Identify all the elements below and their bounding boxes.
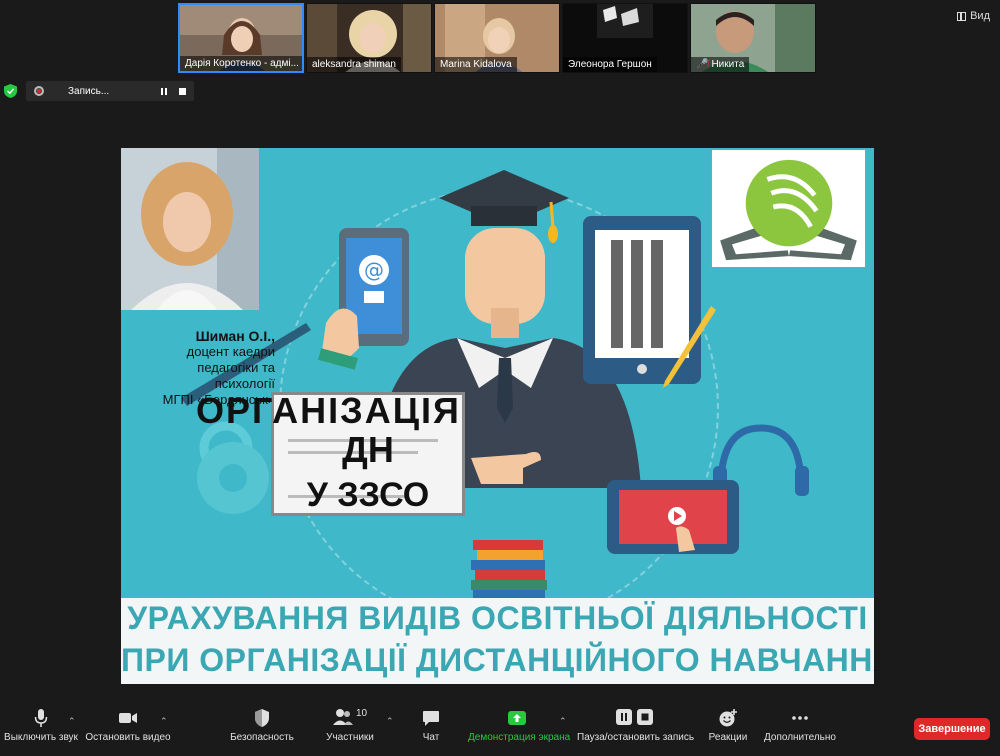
participant-name-label: aleksandra shiman [307,57,401,72]
presenter-title-line: педагогіки та [197,360,275,375]
video-camera-icon [119,713,137,723]
participant-name-label: Элеонора Гершон [563,57,657,72]
participant-strip: Дарія Коротенко - адмі... aleksandra shi… [0,0,1000,76]
svg-text:@: @ [364,258,384,282]
reactions-button-label: Реакции [708,732,748,743]
smiley-plus-icon [719,709,737,727]
share-options-chevron-icon[interactable]: ⌃ [559,716,567,727]
zoom-meeting-window: Дарія Коротенко - адмі... aleksandra shi… [0,0,1000,756]
recording-controls-icons [577,708,691,728]
more-dots-icon [792,716,808,720]
microphone-muted-icon: 🎤̸ [696,59,709,70]
share-screen-button-label: Демонстрация экрана [468,732,571,743]
pause-icon [615,709,632,725]
microphone-icon [34,709,48,727]
audio-options-chevron-icon[interactable]: ⌃ [68,716,76,727]
participants-button-label: Участники [326,732,374,743]
participant-tile-3[interactable]: Marina Kidalova [434,3,560,73]
share-screen-icon [508,711,526,725]
share-screen-button[interactable]: Демонстрация экрана [468,708,571,743]
recording-dot-icon [34,86,44,96]
security-shield-icon [255,709,269,727]
certificate-text-line1: ДН [342,429,394,470]
participants-icon [332,709,353,725]
chat-bubble-icon [423,711,439,726]
reactions-button[interactable]: Реакции [706,708,750,743]
pause-stop-recording-button[interactable]: Пауза/остановить запись [577,708,695,743]
stop-video-button-label: Остановить видео [85,732,171,743]
participants-icon-group: 10 [322,708,378,728]
participants-options-chevron-icon[interactable]: ⌃ [386,716,394,727]
participants-count: 10 [355,708,368,719]
video-options-chevron-icon[interactable]: ⌃ [160,716,168,727]
end-meeting-button[interactable]: Завершение [914,718,990,740]
grid-view-icon [957,11,967,21]
pause-recording-icon[interactable] [161,87,167,95]
more-button-label: Дополнительно [764,732,836,743]
participant-tile-4[interactable]: Элеонора Гершон [562,3,688,73]
participant-tile-5[interactable]: 🎤̸ Никита [690,3,816,73]
stop-icon [636,709,653,725]
recording-label: Запись... [68,85,110,97]
chat-button[interactable]: Чат [414,708,448,743]
university-logo [711,149,866,268]
stop-video-button[interactable]: Остановить видео [85,708,171,743]
recording-indicator: Запись... [26,81,194,101]
slide-banner-line1: УРАХУВАННЯ ВИДІВ ОСВІТНЬОЇ ДІЯЛЬНОСТІ [127,600,868,636]
slide-main-title: ОРГАНІЗАЦІЯ [196,390,461,431]
mute-button[interactable]: Выключить звук [4,708,78,743]
stop-recording-icon[interactable] [179,87,186,95]
view-button-label: Вид [970,10,990,22]
participants-button[interactable]: 10 Участники [322,708,378,743]
encryption-shield-icon[interactable] [4,84,17,98]
chat-button-label: Чат [422,732,440,743]
security-button-label: Безопасность [230,732,294,743]
slide-banner-line2: ПРИ ОРГАНІЗАЦІЇ ДИСТАНЦІЙНОГО НАВЧАННЯ [121,642,874,678]
participant-name-label: Дарія Коротенко - адмі... [180,56,302,71]
participant-tile-1[interactable]: Дарія Коротенко - адмі... [178,3,304,73]
participant-tile-2[interactable]: aleksandra shiman [306,3,432,73]
presenter-name: Шиман О.І., [195,328,275,344]
mute-button-label: Выключить звук [4,732,78,743]
pause-stop-recording-label: Пауза/остановить запись [577,732,695,743]
participant-name-label: 🎤̸ Никита [691,57,750,72]
security-button[interactable]: Безопасность [228,708,296,743]
shared-screen: @ Шиман О.І., доцент каедри педагогіки т… [121,148,874,684]
certificate-text-line2: У ЗЗСО [306,476,430,514]
presenter-video [121,148,259,310]
presenter-title-line: доцент каедри [186,344,275,359]
meeting-toolbar: Выключить звук ⌃ Остановить видео ⌃ Безо… [0,696,1000,756]
more-button[interactable]: Дополнительно [764,708,836,743]
view-button[interactable]: Вид [957,10,990,22]
participant-name-label: Marina Kidalova [435,57,517,72]
